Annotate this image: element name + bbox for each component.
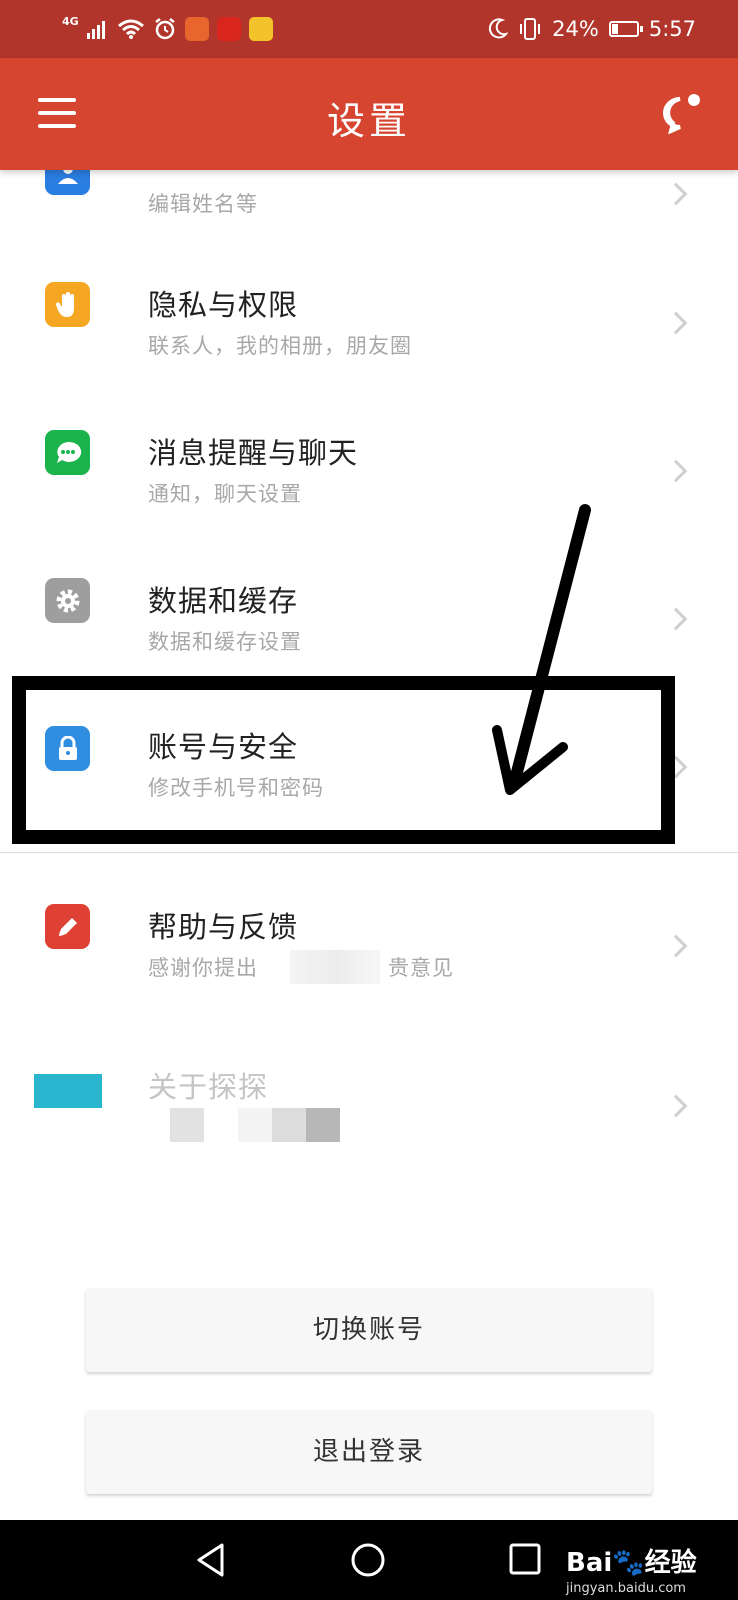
settings-item-subtitle: 联系人，我的相册，朋友圈 (148, 334, 412, 358)
signal-icon (86, 21, 105, 39)
settings-item-title: 隐私与权限 (148, 288, 299, 322)
settings-item-subtitle: 编辑姓名等 (148, 192, 258, 216)
battery-icon (608, 21, 643, 37)
settings-item-privacy[interactable]: 隐私与权限 联系人，我的相册，朋友圈 (0, 260, 738, 405)
wifi-icon (117, 19, 144, 39)
network-type: 4G (62, 14, 79, 28)
switch-account-button[interactable]: 切换账号 (86, 1288, 652, 1372)
chat-bubble-icon (45, 430, 90, 475)
status-left: 4G (62, 14, 273, 44)
chevron-right-icon (664, 182, 688, 206)
section-divider (0, 852, 738, 853)
page-title: 设置 (326, 99, 411, 143)
info-icon (34, 1074, 102, 1108)
subtitle-start: 感谢你提出 (148, 956, 258, 980)
back-icon[interactable] (194, 1542, 228, 1578)
watermark-brand: Bai (566, 1548, 613, 1578)
blur-mask (272, 1108, 306, 1142)
watermark-url: jingyan.baidu.com (566, 1581, 686, 1596)
chevron-right-icon (664, 934, 688, 958)
logout-button[interactable]: 退出登录 (86, 1410, 652, 1494)
settings-item-subtitle: 通知，聊天设置 (148, 482, 302, 506)
settings-item-notifications[interactable]: 消息提醒与聊天 通知，聊天设置 (0, 408, 738, 553)
chat-bubble-outline-icon (663, 94, 700, 135)
recent-apps-icon[interactable] (508, 1542, 542, 1576)
settings-item-title: 消息提醒与聊天 (148, 436, 359, 470)
chevron-right-icon (664, 607, 688, 631)
settings-item-help-feedback[interactable]: 帮助与反馈 感谢你提出 贵意见 (0, 870, 738, 1015)
baidu-watermark: Bai🐾经验 jingyan.baidu.com (566, 1542, 697, 1596)
gear-icon (45, 578, 90, 623)
app-notification-icon-3 (248, 17, 273, 41)
app-notification-icon-2 (216, 17, 241, 41)
status-bar: 4G 24% 5:57 (0, 0, 738, 58)
chevron-right-icon (664, 459, 688, 483)
blur-mask (238, 1108, 272, 1142)
pencil-icon (45, 904, 90, 949)
navigation-bar: Bai🐾经验 jingyan.baidu.com (0, 1520, 738, 1600)
blur-mask (290, 950, 380, 984)
chevron-right-icon (664, 1094, 688, 1118)
paw-icon: 🐾 (612, 1548, 645, 1578)
app-bar: 设置 (0, 58, 738, 170)
settings-item-title: 帮助与反馈 (148, 910, 299, 944)
battery-percent: 24% (552, 17, 599, 41)
alarm-icon (154, 18, 175, 40)
settings-item-title: 数据和缓存 (148, 584, 299, 618)
watermark-suffix: 经验 (644, 1548, 697, 1578)
moon-icon (489, 18, 509, 39)
clock: 5:57 (648, 17, 696, 41)
home-icon[interactable] (350, 1542, 386, 1578)
settings-item-title: 关于探探 (148, 1070, 269, 1104)
chat-button[interactable] (660, 94, 704, 135)
settings-item-about[interactable]: 关于探探 (0, 1028, 738, 1173)
app-notification-icon-1 (184, 17, 209, 41)
highlight-box (12, 676, 675, 844)
blur-mask (306, 1108, 340, 1142)
blur-mask (170, 1108, 204, 1142)
subtitle-end: 贵意见 (388, 956, 454, 980)
hand-icon (45, 282, 90, 327)
status-right: 24% 5:57 (488, 14, 696, 44)
settings-item-subtitle: 数据和缓存设置 (148, 630, 302, 654)
chevron-right-icon (664, 311, 688, 335)
vibrate-icon (520, 18, 541, 40)
